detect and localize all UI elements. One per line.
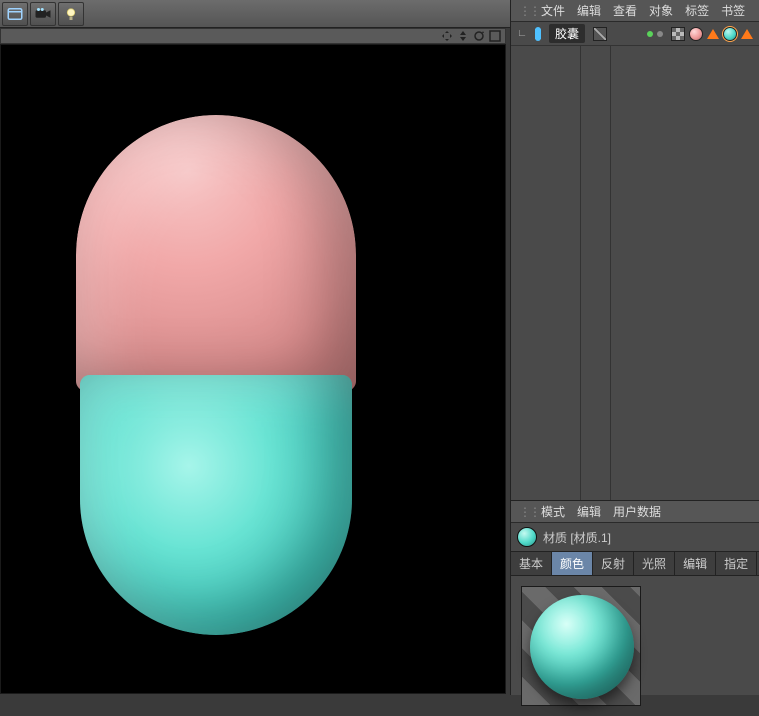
material-title-label: 材质 [材质.1]	[543, 529, 611, 546]
capsule-bottom-cyan	[80, 375, 352, 635]
pan-icon[interactable]	[441, 30, 453, 42]
object-manager-body	[511, 46, 759, 500]
object-row-capsule[interactable]: ∟ 胶囊	[511, 22, 759, 46]
attr-menu-userdata[interactable]: 用户数据	[613, 503, 661, 520]
material-preview-sphere	[530, 595, 634, 699]
menu-tags[interactable]: 标签	[685, 2, 709, 19]
object-name-label[interactable]: 胶囊	[549, 24, 585, 43]
attr-menu-mode[interactable]: 模式	[541, 503, 565, 520]
viewport[interactable]	[0, 44, 506, 694]
expander-icon[interactable]: ∟	[517, 28, 527, 39]
attr-title-row: 材质 [材质.1]	[511, 523, 759, 551]
viewport-header	[0, 28, 506, 44]
orbit-icon[interactable]	[473, 30, 485, 42]
om-column-name[interactable]	[511, 46, 581, 500]
attribute-panel: ⋮⋮⋮ 模式 编辑 用户数据 材质 [材质.1] 基本 颜色 反射 光照 编辑 …	[511, 500, 759, 695]
menu-edit[interactable]: 编辑	[577, 2, 601, 19]
om-column-tags[interactable]	[611, 46, 759, 500]
layer-toggle-icon[interactable]	[593, 27, 607, 41]
light-button[interactable]	[58, 2, 84, 26]
menu-bookmarks[interactable]: 书签	[721, 2, 745, 19]
phong-tag-icon-2[interactable]	[741, 29, 753, 39]
uvw-tag-icon[interactable]	[671, 27, 685, 41]
om-column-layer[interactable]	[581, 46, 611, 500]
menu-view[interactable]: 查看	[613, 2, 637, 19]
display-shading-button[interactable]	[2, 2, 28, 26]
visibility-render-dot[interactable]	[657, 31, 663, 37]
panel-grip-icon[interactable]: ⋮⋮⋮	[519, 505, 529, 519]
maximize-icon[interactable]	[489, 30, 501, 42]
top-toolbar	[0, 0, 510, 28]
material-preview-area	[511, 576, 759, 716]
tab-illumination[interactable]: 光照	[634, 552, 675, 575]
object-tags	[647, 27, 759, 41]
object-manager-menu: ⋮⋮⋮ 文件 编辑 查看 对象 标签 书签	[511, 0, 759, 22]
material-tag-cyan[interactable]	[723, 27, 737, 41]
attr-menu-edit[interactable]: 编辑	[577, 503, 601, 520]
rendered-capsule-object	[76, 115, 356, 635]
tab-editor[interactable]: 编辑	[675, 552, 716, 575]
render-camera-button[interactable]	[30, 2, 56, 26]
visibility-editor-dot[interactable]	[647, 31, 653, 37]
menu-objects[interactable]: 对象	[649, 2, 673, 19]
dolly-icon[interactable]	[457, 30, 469, 42]
menu-file[interactable]: 文件	[541, 2, 565, 19]
phong-tag-icon[interactable]	[707, 29, 719, 39]
attr-tabs: 基本 颜色 反射 光照 编辑 指定	[511, 551, 759, 576]
tab-reflection[interactable]: 反射	[593, 552, 634, 575]
material-tag-pink[interactable]	[689, 27, 703, 41]
tab-assign[interactable]: 指定	[716, 552, 757, 575]
tab-basic[interactable]: 基本	[511, 552, 552, 575]
material-preview-swatch[interactable]	[521, 586, 641, 706]
capsule-object-icon	[531, 27, 545, 41]
capsule-top-pink	[76, 115, 356, 391]
right-column: ⋮⋮⋮ 文件 编辑 查看 对象 标签 书签 ∟ 胶囊 ⋮⋮⋮ 模式	[510, 0, 759, 695]
material-swatch-icon[interactable]	[517, 527, 537, 547]
panel-grip-icon[interactable]: ⋮⋮⋮	[519, 4, 529, 18]
tab-color[interactable]: 颜色	[552, 552, 593, 575]
attribute-panel-menu: ⋮⋮⋮ 模式 编辑 用户数据	[511, 501, 759, 523]
